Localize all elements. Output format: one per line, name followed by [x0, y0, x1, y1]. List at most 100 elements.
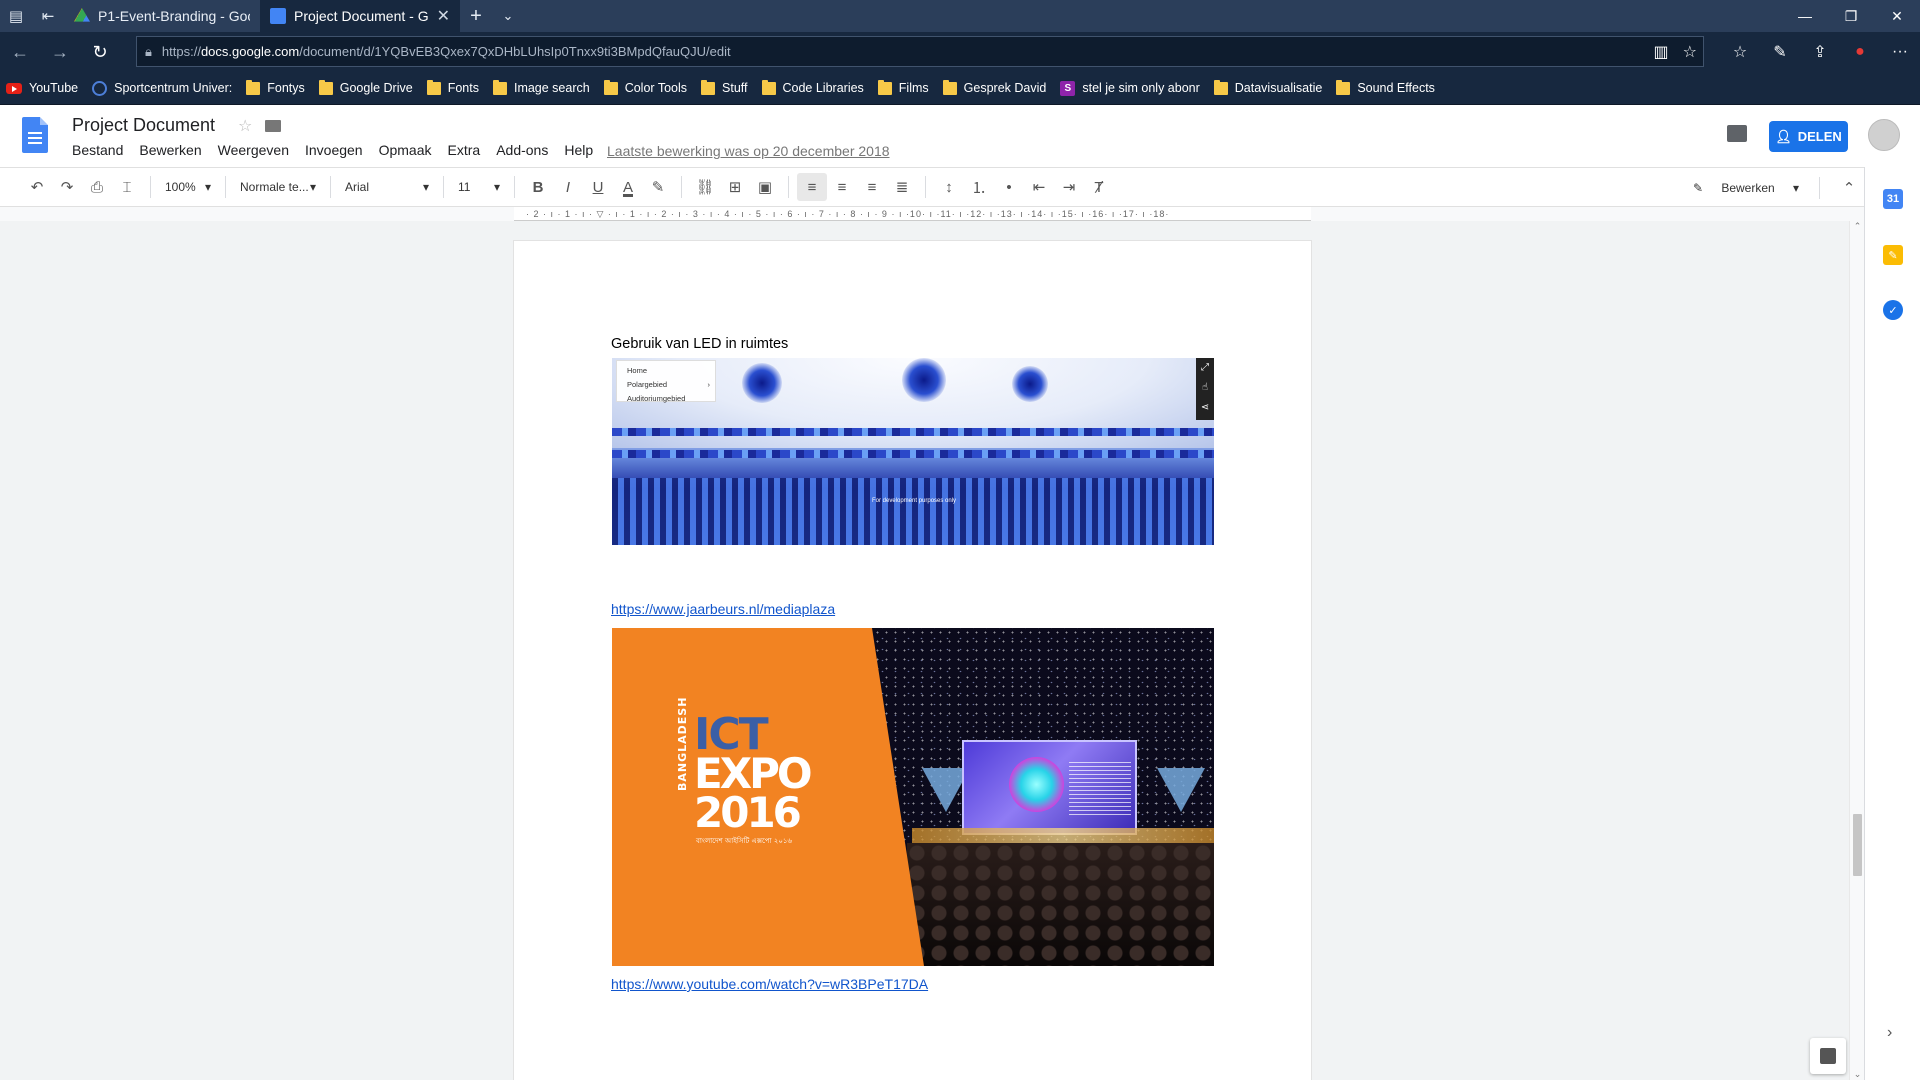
ruler[interactable]: · 2 · ı · 1 · ı · ▽ · ı · 1 · ı · 2 · ı … [514, 207, 1311, 221]
align-center-icon[interactable]: ≡ [827, 173, 857, 201]
favorite-folder-google-drive[interactable]: Google Drive [318, 79, 413, 95]
favorite-folder-datavisualisatie[interactable]: Datavisualisatie [1213, 79, 1322, 95]
document-title[interactable]: Project Document [72, 115, 215, 136]
avatar[interactable] [1868, 119, 1900, 151]
scroll-down-icon[interactable]: ⌄ [1850, 1069, 1865, 1080]
align-left-icon[interactable]: ≡ [797, 173, 827, 201]
decrease-indent-icon[interactable]: ⇤ [1024, 173, 1054, 201]
insert-image-icon[interactable]: ▣ [750, 173, 780, 201]
close-tab-icon[interactable]: ✕ [437, 6, 450, 26]
clear-formatting-icon[interactable]: Ⱦ [1084, 173, 1114, 201]
font-size-select[interactable]: 11 ▾ [452, 173, 506, 201]
menu-opmaak[interactable]: Opmaak [379, 142, 432, 158]
back-arrow-icon[interactable]: ← [0, 32, 40, 72]
text-color-icon[interactable]: A [613, 173, 643, 201]
tab-project-document[interactable]: Project Document - Goo ✕ [260, 0, 460, 32]
restore-icon[interactable]: ❐ [1828, 0, 1874, 32]
favorite-folder-fonts[interactable]: Fonts [426, 79, 479, 95]
collapse-menus-icon[interactable]: ⌃ [1834, 174, 1864, 202]
comments-icon[interactable] [1727, 125, 1747, 142]
editing-mode-select[interactable]: ✎ Bewerken ▾ [1687, 174, 1805, 202]
favorite-folder-code-libraries[interactable]: Code Libraries [761, 79, 864, 95]
menu-invoegen[interactable]: Invoegen [305, 142, 363, 158]
paint-format-icon[interactable]: ⌶ [112, 173, 142, 201]
star-icon[interactable]: ☆ [238, 116, 252, 136]
align-justify-icon[interactable]: ≣ [887, 173, 917, 201]
favorite-sportcentrum[interactable]: Sportcentrum Univer: [92, 80, 232, 96]
menu-help[interactable]: Help [564, 142, 593, 158]
zoom-select[interactable]: 100% ▾ [159, 173, 217, 201]
favorite-folder-sound-effects[interactable]: Sound Effects [1336, 79, 1435, 95]
vertical-scrollbar[interactable]: ⌃ ⌄ [1849, 221, 1864, 1080]
menu-bewerken[interactable]: Bewerken [139, 142, 201, 158]
link-icon[interactable]: ⛓ [690, 173, 720, 201]
folder-icon [701, 79, 716, 95]
menu-bestand[interactable]: Bestand [72, 142, 123, 158]
last-edit-link[interactable]: Laatste bewerking was op 20 december 201… [607, 143, 890, 159]
redo-icon[interactable]: ↷ [52, 173, 82, 201]
extension-icon[interactable]: ● [1840, 43, 1880, 61]
scrollbar-thumb[interactable] [1853, 814, 1862, 876]
align-right-icon[interactable]: ≡ [857, 173, 887, 201]
share-icon[interactable]: ⇪ [1800, 42, 1840, 62]
increase-indent-icon[interactable]: ⇥ [1054, 173, 1084, 201]
favorites-hub-icon[interactable]: ☆ [1720, 42, 1760, 62]
favorite-folder-fontys[interactable]: Fontys [246, 79, 305, 95]
document-page[interactable]: Gebruik van LED in ruimtes For developme… [514, 241, 1311, 1080]
web-notes-icon[interactable]: ✎ [1760, 42, 1800, 62]
menu-weergeven[interactable]: Weergeven [218, 142, 289, 158]
bold-icon[interactable]: B [523, 173, 553, 201]
print-icon[interactable]: ⎙ [82, 173, 112, 201]
favorite-star-icon[interactable]: ☆ [1683, 42, 1697, 62]
favorite-folder-color-tools[interactable]: Color Tools [603, 79, 687, 95]
minimize-icon[interactable]: — [1782, 0, 1828, 32]
refresh-icon[interactable]: ↻ [80, 32, 120, 72]
tab-actions-icon[interactable]: ▤ [0, 0, 32, 32]
google-docs-logo-icon[interactable] [22, 117, 48, 153]
favorite-sim-only[interactable]: Sstel je sim only abonr [1060, 80, 1200, 96]
favorite-folder-films[interactable]: Films [877, 79, 929, 95]
tab-preview-chevron-icon[interactable]: ⌄ [492, 0, 524, 32]
chevron-right-icon[interactable]: › [1887, 1024, 1892, 1042]
paragraph-style-select[interactable]: Normale te... ▾ [234, 173, 322, 201]
forward-arrow-icon[interactable]: → [40, 32, 80, 72]
keep-icon[interactable]: ✎ [1883, 245, 1903, 265]
favorite-folder-image-search[interactable]: Image search [492, 79, 590, 95]
auditorium-led-image[interactable]: For development purposes only Home Polar… [612, 358, 1214, 545]
led-ring [612, 428, 1214, 436]
tab-p1-event-branding[interactable]: P1-Event-Branding - Google [64, 0, 260, 32]
folder-icon [877, 79, 892, 95]
numbered-list-icon[interactable]: ⒈ [964, 173, 994, 201]
ict-expo-image[interactable]: BANGLADESH ICT EXPO 2016 বাংলাদেশ আইসিটি… [612, 628, 1214, 966]
bulleted-list-icon[interactable]: • [994, 173, 1024, 201]
favorite-folder-stuff[interactable]: Stuff [701, 79, 748, 95]
underline-icon[interactable]: U [583, 173, 613, 201]
jaarbeurs-link[interactable]: https://www.jaarbeurs.nl/mediaplaza [611, 601, 835, 617]
favorite-youtube[interactable]: YouTube [6, 81, 78, 95]
tasks-icon[interactable]: ✓ [1883, 300, 1903, 320]
ceiling-light [742, 363, 782, 403]
more-options-icon[interactable]: ··· [1880, 43, 1920, 61]
set-tabs-aside-icon[interactable]: ⇤ [32, 0, 64, 32]
reading-view-icon[interactable]: ▥ [1654, 42, 1669, 62]
browser-titlebar: ▤ ⇤ P1-Event-Branding - Google Project D… [0, 0, 1920, 32]
youtube-link[interactable]: https://www.youtube.com/watch?v=wR3BPeT1… [611, 976, 928, 992]
calendar-icon[interactable]: 31 [1883, 189, 1903, 209]
add-comment-icon[interactable]: ⊞ [720, 173, 750, 201]
new-tab-icon[interactable]: + [460, 0, 492, 32]
image-watermark: For development purposes only [872, 498, 957, 504]
undo-icon[interactable]: ↶ [22, 173, 52, 201]
highlight-icon[interactable]: ✎ [643, 173, 673, 201]
menu-add-ons[interactable]: Add-ons [496, 142, 548, 158]
explore-button[interactable] [1810, 1038, 1846, 1074]
url-input[interactable]: 🔒︎ https://docs.google.com/document/d/1Y… [136, 36, 1704, 67]
font-select[interactable]: Arial ▾ [339, 173, 435, 201]
window-close-icon[interactable]: ✕ [1874, 0, 1920, 32]
menu-extra[interactable]: Extra [448, 142, 481, 158]
line-spacing-icon[interactable]: ↕ [934, 173, 964, 201]
move-to-folder-icon[interactable] [265, 120, 281, 132]
italic-icon[interactable]: I [553, 173, 583, 201]
scroll-up-icon[interactable]: ⌃ [1850, 221, 1865, 232]
share-button[interactable]: 👤︎ DELEN [1769, 121, 1848, 152]
favorite-folder-gesprek-david[interactable]: Gesprek David [942, 79, 1046, 95]
